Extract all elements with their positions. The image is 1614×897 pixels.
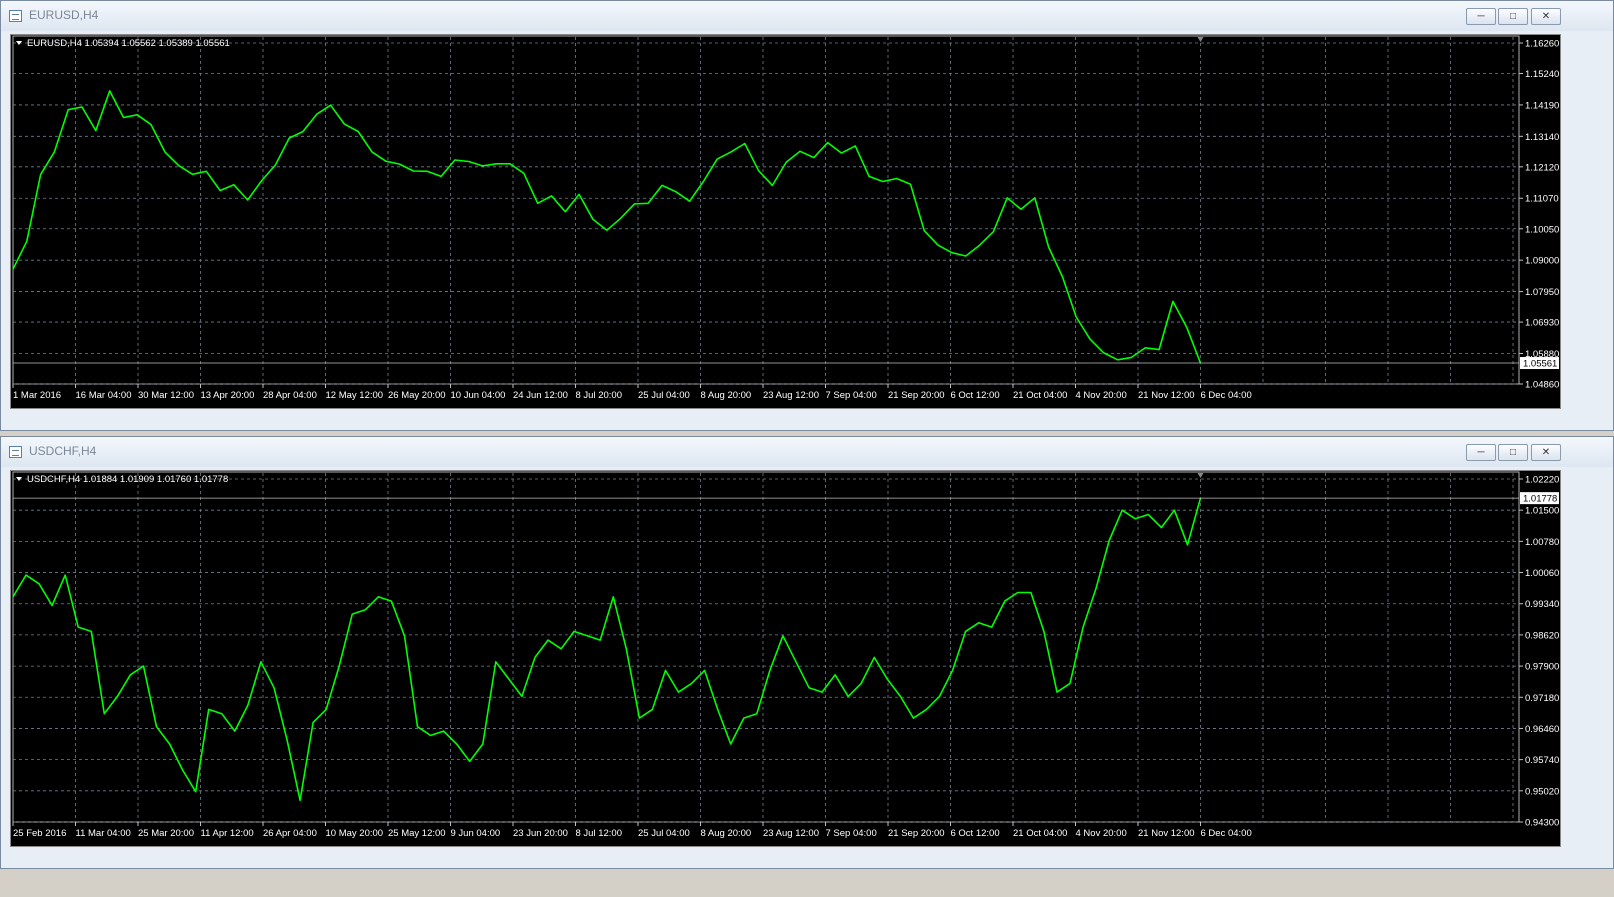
y-tick-label: 0.99340	[1525, 599, 1559, 610]
x-tick-label: 21 Oct 04:00	[1013, 828, 1067, 839]
x-tick-label: 6 Dec 04:00	[1201, 390, 1252, 401]
chart-window-eurusd[interactable]: EURUSD,H4 ─ □ ✕ 1.16260 1.15240 1.14190 1.1…	[0, 0, 1614, 431]
x-tick-label: 8 Aug 20:00	[701, 390, 752, 401]
plot-border	[12, 471, 1520, 823]
y-tick-label: 1.13140	[1525, 132, 1559, 143]
x-tick-label: 26 May 20:00	[388, 390, 446, 401]
x-tick-label: 21 Nov 12:00	[1138, 828, 1195, 839]
window-title: USDCHF,H4	[29, 444, 97, 458]
y-tick-label: 0.96460	[1525, 724, 1559, 735]
y-tick-label: 1.09000	[1525, 256, 1559, 267]
x-tick-label: 8 Jul 12:00	[576, 828, 622, 839]
x-tick-label: 9 Jun 04:00	[451, 828, 501, 839]
y-tick-label: 1.16260	[1525, 39, 1559, 50]
x-tick-label: 23 Aug 12:00	[763, 390, 819, 401]
y-tick-label: 1.10050	[1525, 224, 1559, 235]
x-tick-label: 25 Jul 04:00	[638, 390, 690, 401]
usdchf-chart[interactable]: 1.02220 1.01500 1.00780 1.00060 0.99340 0.986…	[11, 471, 1560, 846]
window-title: EURUSD,H4	[29, 8, 99, 22]
x-tick-label: 13 Apr 20:00	[201, 390, 255, 401]
plot-border	[12, 35, 1520, 385]
price-series-line	[12, 497, 1202, 802]
x-tick-label: 24 Jun 12:00	[513, 390, 568, 401]
symbol-info-text: EURUSD,H4 1.05394 1.05562 1.05389 1.0556…	[27, 38, 230, 49]
x-tick-label: 11 Apr 12:00	[201, 828, 254, 839]
x-tick-label: 21 Sep 20:00	[888, 828, 945, 839]
chart-window-usdchf[interactable]: USDCHF,H4 ─ □ ✕ 1.02220 1.01500 1.00780 1.0…	[0, 436, 1614, 869]
current-price-tag: 1.01778	[1523, 494, 1557, 505]
close-button[interactable]: ✕	[1531, 444, 1561, 461]
x-tick-label: 8 Jul 20:00	[576, 390, 622, 401]
current-price-tag: 1.05561	[1523, 359, 1557, 370]
x-tick-label: 12 May 12:00	[326, 390, 384, 401]
y-tick-label: 0.95740	[1525, 755, 1559, 766]
x-tick-label: 23 Jun 20:00	[513, 828, 568, 839]
x-tick-label: 6 Oct 12:00	[951, 390, 1000, 401]
x-tick-label: 8 Aug 20:00	[701, 828, 752, 839]
y-tick-label: 0.98620	[1525, 630, 1559, 641]
maximize-button[interactable]: □	[1498, 8, 1528, 25]
x-tick-label: 1 Mar 2016	[13, 390, 61, 401]
x-tick-label: 21 Nov 12:00	[1138, 390, 1195, 401]
x-tick-label: 6 Dec 04:00	[1201, 828, 1252, 839]
y-tick-label: 1.06930	[1525, 318, 1559, 329]
x-tick-label: 30 Mar 12:00	[138, 390, 194, 401]
x-tick-label: 21 Sep 20:00	[888, 390, 945, 401]
y-tick-label: 0.95020	[1525, 786, 1559, 797]
x-tick-label: 10 May 20:00	[326, 828, 384, 839]
y-tick-label: 1.11070	[1525, 194, 1559, 205]
x-tick-label: 28 Apr 04:00	[263, 390, 317, 401]
eurusd-chart[interactable]: 1.16260 1.15240 1.14190 1.13140 1.12120 1.110…	[11, 35, 1560, 408]
chart-shift-marker	[1197, 37, 1204, 42]
y-tick-label: 1.07950	[1525, 287, 1559, 298]
x-tick-label: 23 Aug 12:00	[763, 828, 819, 839]
chart-window-icon	[9, 10, 22, 22]
x-tick-label: 6 Oct 12:00	[951, 828, 1000, 839]
x-tick-label: 26 Apr 04:00	[263, 828, 317, 839]
x-tick-label: 10 Jun 04:00	[451, 390, 506, 401]
title-bar[interactable]: USDCHF,H4 ─ □ ✕	[1, 437, 1613, 467]
minimize-button[interactable]: ─	[1466, 8, 1496, 25]
x-tick-label: 4 Nov 20:00	[1076, 390, 1127, 401]
y-tick-label: 1.04860	[1525, 380, 1559, 391]
price-chart-area[interactable]: 1.16260 1.15240 1.14190 1.13140 1.12120 1.110…	[10, 34, 1561, 409]
price-chart-area[interactable]: 1.02220 1.01500 1.00780 1.00060 0.99340 0.986…	[10, 470, 1561, 847]
maximize-button[interactable]: □	[1498, 444, 1528, 461]
y-tick-label: 1.00780	[1525, 537, 1559, 548]
y-tick-label: 0.94300	[1525, 818, 1559, 829]
chart-shift-marker	[1197, 473, 1204, 478]
x-tick-label: 25 Feb 2016	[13, 828, 66, 839]
y-tick-label: 1.15240	[1525, 69, 1559, 80]
minimize-button[interactable]: ─	[1466, 444, 1496, 461]
x-tick-label: 7 Sep 04:00	[826, 828, 877, 839]
y-tick-label: 1.00060	[1525, 568, 1559, 579]
x-tick-label: 25 Mar 20:00	[138, 828, 194, 839]
x-tick-label: 16 Mar 04:00	[76, 390, 132, 401]
x-tick-label: 25 Jul 04:00	[638, 828, 690, 839]
y-tick-label: 1.12120	[1525, 162, 1559, 173]
chart-window-icon	[9, 446, 22, 458]
y-tick-label: 1.01500	[1525, 506, 1559, 517]
y-tick-label: 0.97900	[1525, 662, 1559, 673]
title-bar[interactable]: EURUSD,H4 ─ □ ✕	[1, 1, 1613, 31]
x-tick-label: 7 Sep 04:00	[826, 390, 877, 401]
x-tick-label: 11 Mar 04:00	[76, 828, 131, 839]
x-tick-label: 21 Oct 04:00	[1013, 390, 1067, 401]
close-button[interactable]: ✕	[1531, 8, 1561, 25]
y-tick-label: 0.97180	[1525, 693, 1559, 704]
x-tick-label: 25 May 12:00	[388, 828, 446, 839]
y-tick-label: 1.14190	[1525, 100, 1559, 111]
x-tick-label: 4 Nov 20:00	[1076, 828, 1127, 839]
symbol-info-text: USDCHF,H4 1.01884 1.01909 1.01760 1.0177…	[27, 474, 228, 485]
y-tick-label: 1.02220	[1525, 475, 1559, 486]
